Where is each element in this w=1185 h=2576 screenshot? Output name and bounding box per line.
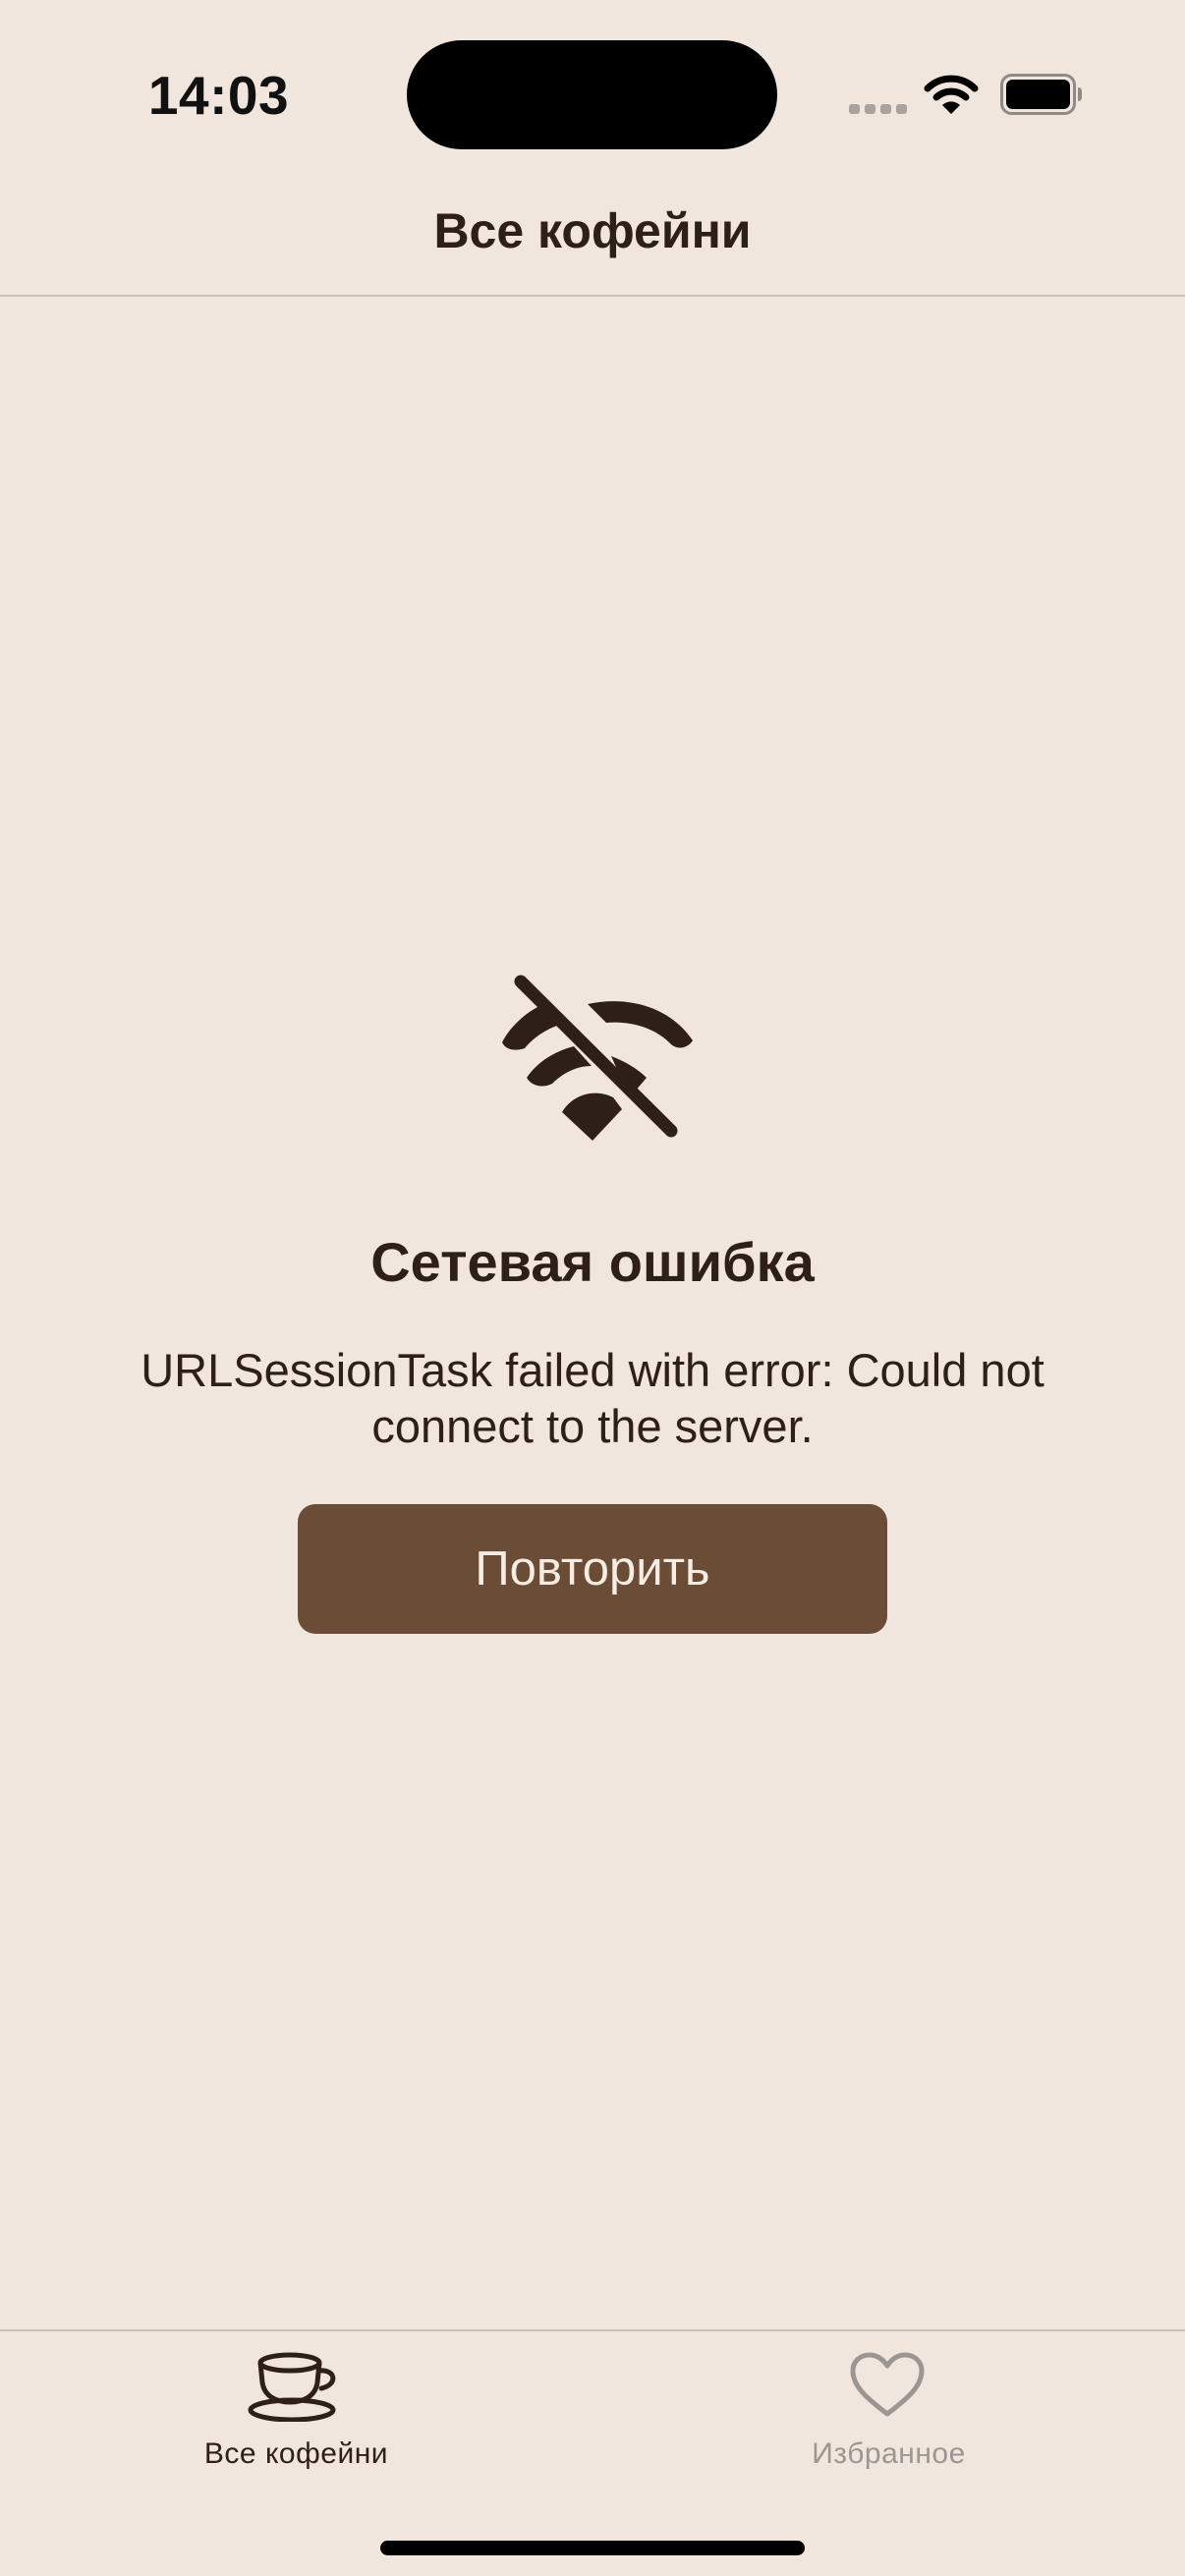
wifi-icon bbox=[924, 75, 979, 114]
wifi-slash-icon bbox=[502, 975, 693, 1141]
dynamic-island bbox=[407, 40, 777, 149]
tab-label-all-coffee-shops: Все кофейни bbox=[203, 2437, 389, 2470]
error-title: Сетевая ошибка bbox=[370, 1231, 815, 1293]
heart-icon bbox=[850, 2352, 925, 2417]
retry-button[interactable]: Повторить bbox=[298, 1504, 887, 1634]
nav-divider bbox=[0, 295, 1185, 297]
error-message: URLSessionTask failed with error: Could … bbox=[141, 1344, 1044, 1452]
battery-icon bbox=[1000, 74, 1082, 115]
status-time: 14:03 bbox=[147, 65, 290, 126]
nav-title: Все кофейни bbox=[433, 203, 752, 258]
home-indicator[interactable] bbox=[380, 2541, 805, 2555]
cellular-dots-icon bbox=[849, 104, 907, 114]
tab-bar-divider bbox=[0, 2329, 1185, 2331]
coffee-cup-icon bbox=[248, 2352, 336, 2422]
tab-label-favorites: Избранное bbox=[812, 2437, 966, 2470]
